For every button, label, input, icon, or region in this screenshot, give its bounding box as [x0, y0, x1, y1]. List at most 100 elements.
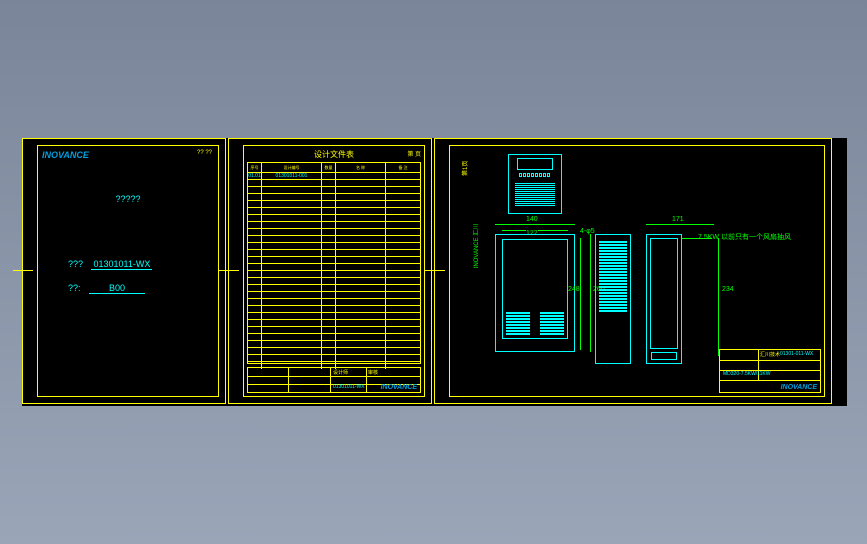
- col-remark: 备 注: [386, 163, 420, 172]
- table-cell: [336, 215, 386, 221]
- table-title: 设计文件表: [314, 149, 354, 160]
- table-cell: [336, 285, 386, 291]
- table-cell: [248, 187, 262, 193]
- table-cell: [386, 236, 420, 242]
- table-cell: [336, 341, 386, 347]
- table-cell: [386, 278, 420, 284]
- table-row: [248, 299, 420, 306]
- table-cell: [322, 334, 336, 340]
- table-cell: [248, 208, 262, 214]
- registration-cross: [219, 261, 239, 281]
- table-row: [248, 285, 420, 292]
- table-cell: [322, 201, 336, 207]
- table-cell: [262, 292, 322, 298]
- table-cell: [248, 250, 262, 256]
- table-row: [248, 320, 420, 327]
- table-cell: [262, 229, 322, 235]
- table-row: [248, 236, 420, 243]
- table-cell: [248, 278, 262, 284]
- table-cell: [322, 320, 336, 326]
- tb2-design: 设计师: [333, 369, 348, 376]
- table-cell: [262, 271, 322, 277]
- table-cell: [248, 313, 262, 319]
- ver-value: B00: [89, 283, 145, 294]
- table-cell: [386, 355, 420, 361]
- table-cell: [262, 278, 322, 284]
- side2-body: [650, 238, 678, 349]
- table-row: [248, 229, 420, 236]
- tb-model: MD320-7.5KW/11KW: [723, 371, 770, 377]
- table-row: [248, 201, 420, 208]
- table-cell: [322, 285, 336, 291]
- table-cell: [262, 194, 322, 200]
- table-cell: [386, 299, 420, 305]
- tb2-code: 01301011-WX: [333, 384, 365, 390]
- table-cell: [336, 201, 386, 207]
- table-cell: [322, 180, 336, 186]
- table-row: [248, 292, 420, 299]
- table-cell: [386, 187, 420, 193]
- table-cell: [386, 250, 420, 256]
- table-cell: [386, 264, 420, 270]
- table-header: 序号 设计编号 数量 名 称 备 注: [248, 163, 420, 173]
- device-front-view: [495, 234, 575, 352]
- page-indicator: 第1页: [460, 161, 469, 176]
- note-text: 7.5KW 以前只有一个风扇抽风: [698, 232, 791, 242]
- table-cell: [386, 208, 420, 214]
- table-cell: [336, 327, 386, 333]
- table-cell: [248, 215, 262, 221]
- sheet3-frame: 第1页 INOVANCE 汇川 140 122 4-φ5: [449, 145, 825, 397]
- table-cell: [386, 229, 420, 235]
- table-cell: [386, 222, 420, 228]
- table-cell: [322, 236, 336, 242]
- table-cell: [336, 271, 386, 277]
- col-qty: 数量: [322, 163, 336, 172]
- table-cell: [322, 229, 336, 235]
- dim-line-h-inner: [580, 238, 581, 350]
- col-name: 名 称: [336, 163, 386, 172]
- table-cell: [336, 313, 386, 319]
- table-cell: [336, 208, 386, 214]
- table-cell: [262, 320, 322, 326]
- table-cell: [336, 278, 386, 284]
- table-cell: [322, 313, 336, 319]
- table-cell: [322, 208, 336, 214]
- dim-line-side-w: [646, 224, 714, 225]
- front-vent-left: [506, 312, 530, 335]
- table-cell: [248, 299, 262, 305]
- table-cell: [248, 180, 262, 186]
- table-cell: [322, 257, 336, 263]
- dim-line-h-outer: [590, 234, 591, 352]
- table-cell: [248, 271, 262, 277]
- table-cell: [336, 348, 386, 354]
- table-cell: [386, 292, 420, 298]
- table-cell: [322, 243, 336, 249]
- table-cell: 01301011-001: [262, 173, 322, 179]
- vent-grille: [515, 183, 555, 207]
- doc-title: ?????: [115, 194, 140, 204]
- table-cell: [336, 257, 386, 263]
- table-cell: [386, 173, 420, 179]
- table-cell: [386, 327, 420, 333]
- table-cell: [262, 306, 322, 312]
- table-cell: [322, 187, 336, 193]
- table-cell: [322, 327, 336, 333]
- table-cell: [336, 222, 386, 228]
- table-row: [248, 222, 420, 229]
- table-cell: [248, 257, 262, 263]
- col-seq: 序号: [248, 163, 262, 172]
- table-cell: [336, 229, 386, 235]
- table-cell: [322, 194, 336, 200]
- table-cell: [336, 320, 386, 326]
- table-cell: [248, 292, 262, 298]
- table-cell: [262, 355, 322, 361]
- table-cell: [248, 194, 262, 200]
- table-row: [248, 334, 420, 341]
- table-row: [248, 194, 420, 201]
- table-cell: [248, 320, 262, 326]
- table-cell: [262, 187, 322, 193]
- table-cell: [322, 215, 336, 221]
- table-cell: [322, 271, 336, 277]
- table-cell: [262, 285, 322, 291]
- table-cell: [322, 173, 336, 179]
